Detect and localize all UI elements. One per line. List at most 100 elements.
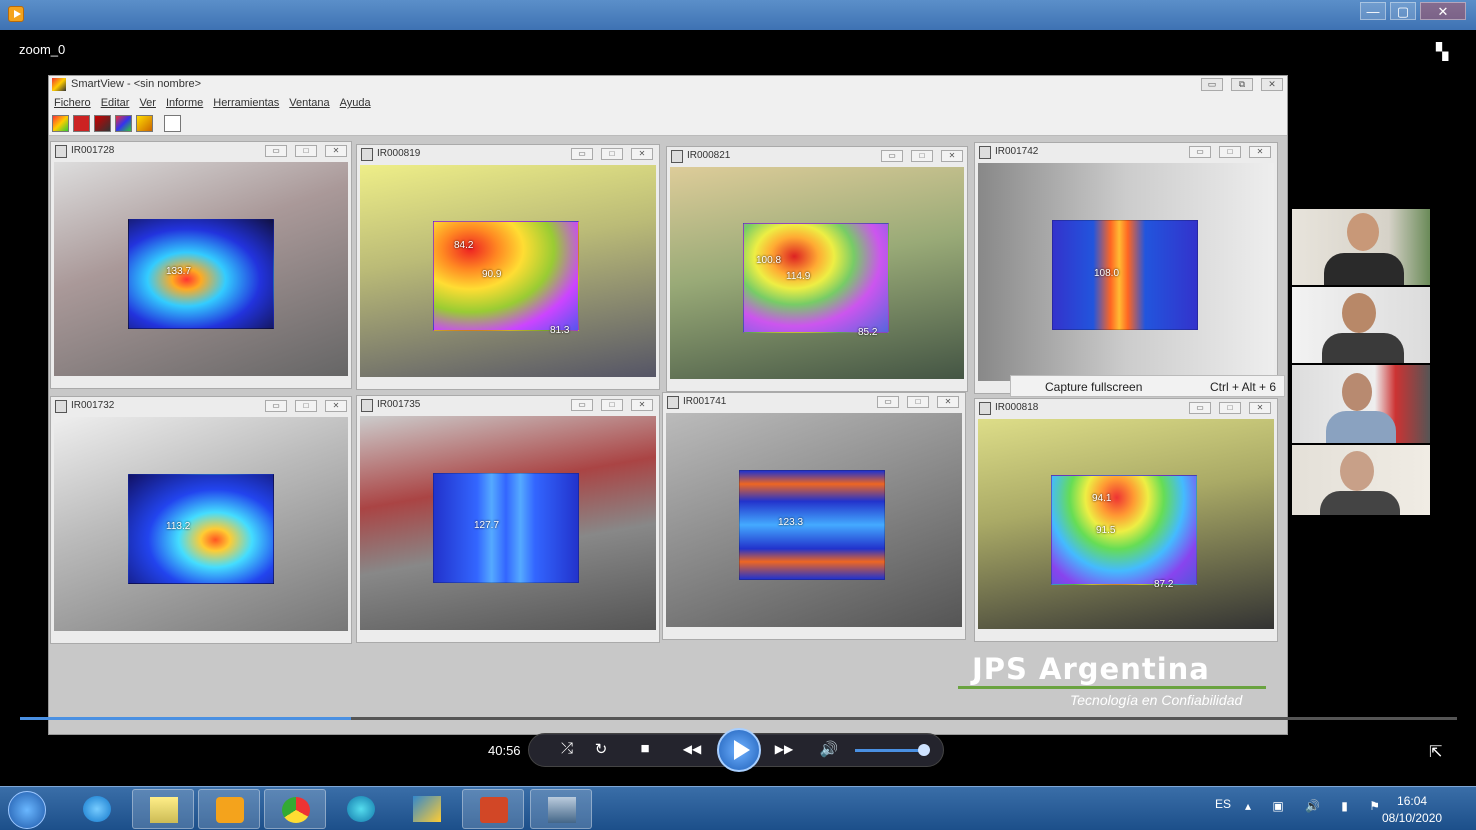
taskbar-app[interactable] xyxy=(530,789,592,829)
temp-label: 85.2 xyxy=(858,327,878,338)
menu-herramientas[interactable]: Herramientas xyxy=(213,97,279,112)
brand-tagline: Tecnología en Confiabilidad xyxy=(1070,692,1243,708)
analysis-icon[interactable] xyxy=(136,115,153,132)
image-title: IR001735 xyxy=(377,399,421,410)
palette-icon[interactable] xyxy=(115,115,132,132)
shuffle-icon[interactable]: ⤮ xyxy=(555,740,579,757)
taskbar-app[interactable] xyxy=(264,789,326,829)
capture-fullscreen-menu-item[interactable]: Capture fullscreen Ctrl + Alt + 6 xyxy=(1010,375,1285,397)
maximize-button[interactable]: ▢ xyxy=(1390,2,1416,20)
next-icon[interactable]: ▶▶ xyxy=(767,742,801,756)
taskbar-app[interactable] xyxy=(396,789,458,829)
seek-bar[interactable] xyxy=(20,717,1457,720)
image-window-4[interactable]: IR001742 ▭ □ ✕ 108.0 xyxy=(974,142,1278,394)
report-icon[interactable] xyxy=(94,115,111,132)
volume-slider[interactable] xyxy=(855,749,923,752)
win-close-button[interactable]: ✕ xyxy=(325,145,347,157)
temp-label: 133.7 xyxy=(166,266,192,277)
win-max-button[interactable]: □ xyxy=(295,400,317,412)
image-title: IR001741 xyxy=(683,396,727,407)
menu-item-shortcut: Ctrl + Alt + 6 xyxy=(1209,380,1276,394)
thermal-overlay xyxy=(128,474,274,584)
brand-name: JPS Argentina xyxy=(972,652,1210,686)
remote-desktop-icon xyxy=(548,797,576,823)
image-window-3[interactable]: IR000821 ▭ □ ✕ 100.8 114.9 85.2 xyxy=(666,146,968,392)
play-button[interactable] xyxy=(717,728,761,772)
image-window-2[interactable]: IR000819 ▭ □ ✕ 84.2 90.9 81.3 xyxy=(356,144,660,390)
win-max-button[interactable]: □ xyxy=(1219,402,1241,414)
menu-ayuda[interactable]: Ayuda xyxy=(340,97,371,112)
menu-ventana[interactable]: Ventana xyxy=(289,97,329,112)
open-image-icon[interactable] xyxy=(52,115,69,132)
win-close-button[interactable]: ✕ xyxy=(1249,402,1271,414)
win-min-button[interactable]: ▭ xyxy=(265,400,287,412)
win-close-button[interactable]: ✕ xyxy=(631,148,653,160)
taskbar-app[interactable] xyxy=(462,789,524,829)
win-close-button[interactable]: ✕ xyxy=(937,396,959,408)
save-icon[interactable] xyxy=(73,115,90,132)
win-min-button[interactable]: ▭ xyxy=(571,148,593,160)
win-max-button[interactable]: □ xyxy=(911,150,933,162)
image-window-7[interactable]: IR001741 ▭ □ ✕ 123.3 xyxy=(662,392,966,640)
win-max-button[interactable]: □ xyxy=(601,399,623,411)
close-button[interactable]: ✕ xyxy=(1420,2,1466,20)
taskbar-app[interactable] xyxy=(66,789,128,829)
menu-ver[interactable]: Ver xyxy=(139,97,156,112)
menu-informe[interactable]: Informe xyxy=(166,97,203,112)
start-button[interactable] xyxy=(8,791,46,829)
temp-label: 91.5 xyxy=(1096,525,1116,536)
participant-video xyxy=(1292,445,1430,515)
sv-minimize-button[interactable]: ▭ xyxy=(1201,78,1223,91)
win-min-button[interactable]: ▭ xyxy=(1189,146,1211,158)
thermal-overlay xyxy=(739,470,885,580)
win-min-button[interactable]: ▭ xyxy=(877,396,899,408)
win-max-button[interactable]: □ xyxy=(1219,146,1241,158)
taskbar-app[interactable] xyxy=(330,789,392,829)
visual-photo: 113.2 xyxy=(54,417,348,631)
win-max-button[interactable]: □ xyxy=(295,145,317,157)
switch-layout-icon[interactable]: ▚ xyxy=(1436,42,1448,62)
taskbar-app[interactable] xyxy=(132,789,194,829)
stop-icon[interactable]: ■ xyxy=(633,740,657,757)
win-min-button[interactable]: ▭ xyxy=(571,399,593,411)
language-indicator[interactable]: ES xyxy=(1215,797,1231,811)
participant-face xyxy=(1342,373,1372,411)
media-player-app-icon xyxy=(8,6,24,22)
switch-to-library-icon[interactable]: ⇱ xyxy=(1429,742,1442,762)
win-close-button[interactable]: ✕ xyxy=(631,399,653,411)
system-tray-icons[interactable]: ▴ ▣ 🔊 ▮ ⚑ xyxy=(1245,799,1389,813)
menu-editar[interactable]: Editar xyxy=(101,97,130,112)
visual-photo: 133.7 xyxy=(54,162,348,376)
win-close-button[interactable]: ✕ xyxy=(325,400,347,412)
menu-fichero[interactable]: Fichero xyxy=(54,97,91,112)
volume-knob[interactable] xyxy=(918,744,930,756)
image-title: IR000821 xyxy=(687,150,731,161)
previous-icon[interactable]: ◀◀ xyxy=(675,742,709,756)
sv-restore-button[interactable]: ⧉ xyxy=(1231,78,1253,91)
taskbar: ES ▴ ▣ 🔊 ▮ ⚑ 16:04 08/10/2020 xyxy=(0,786,1476,830)
image-window-6[interactable]: IR001735 ▭ □ ✕ 127.7 xyxy=(356,395,660,643)
temp-label: 87.2 xyxy=(1154,579,1174,590)
win-close-button[interactable]: ✕ xyxy=(941,150,963,162)
win-max-button[interactable]: □ xyxy=(907,396,929,408)
sv-close-button[interactable]: ✕ xyxy=(1261,78,1283,91)
participant-face xyxy=(1342,293,1376,333)
image-window-1[interactable]: IR001728 ▭ □ ✕ 133.7 xyxy=(50,141,352,389)
temp-label: 123.3 xyxy=(778,517,804,528)
volume-icon[interactable]: 🔊 xyxy=(817,740,841,758)
minimize-button[interactable]: — xyxy=(1360,2,1386,20)
win-close-button[interactable]: ✕ xyxy=(1249,146,1271,158)
image-window-8[interactable]: IR000818 ▭ □ ✕ 94.1 91.5 87.2 xyxy=(974,398,1278,642)
win-min-button[interactable]: ▭ xyxy=(1189,402,1211,414)
menu-bar: Fichero Editar Ver Informe Herramientas … xyxy=(49,94,1287,112)
win-min-button[interactable]: ▭ xyxy=(881,150,903,162)
video-title: zoom_0 xyxy=(19,42,66,57)
win-min-button[interactable]: ▭ xyxy=(265,145,287,157)
image-window-5[interactable]: IR001732 ▭ □ ✕ 113.2 xyxy=(50,396,352,644)
print-icon[interactable] xyxy=(164,115,181,132)
win-max-button[interactable]: □ xyxy=(601,148,623,160)
clock[interactable]: 16:04 08/10/2020 xyxy=(1382,793,1442,827)
taskbar-app[interactable] xyxy=(198,789,260,829)
participant-video xyxy=(1292,287,1430,363)
repeat-icon[interactable]: ↻ xyxy=(589,740,613,758)
